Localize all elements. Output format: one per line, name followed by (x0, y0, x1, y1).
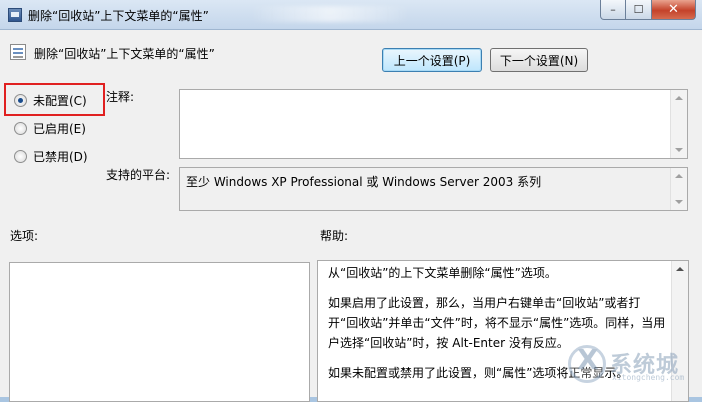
platform-value: 至少 Windows XP Professional 或 Windows Ser… (186, 175, 542, 189)
window-title: 删除“回收站”上下文菜单的“属性” (28, 9, 209, 23)
radio-disabled-label: 已禁用(D) (33, 150, 88, 164)
scroll-down-icon[interactable] (675, 148, 683, 152)
platform-box: 至少 Windows XP Professional 或 Windows Ser… (179, 167, 688, 211)
dialog-client-area: 删除“回收站”上下文菜单的“属性” 上一个设置(P) 下一个设置(N) 未配置(… (0, 30, 702, 402)
options-section-label: 选项: (10, 229, 39, 243)
next-setting-button[interactable]: 下一个设置(N) (490, 48, 588, 72)
radio-unselected-icon (14, 150, 27, 163)
site-watermark: X 系统城 xitongcheng.com (568, 341, 688, 391)
radio-selected-icon (14, 94, 27, 107)
close-icon: ✕ (668, 2, 679, 17)
radio-unselected-icon (14, 122, 27, 135)
scroll-up-icon[interactable] (676, 267, 684, 271)
radio-enabled-label: 已启用(E) (33, 122, 86, 136)
watermark-x-icon: X (577, 343, 599, 376)
scroll-up-icon[interactable] (675, 174, 683, 178)
comment-textarea[interactable] (179, 89, 688, 159)
maximize-button[interactable]: ☐ (626, 0, 652, 20)
window-controls: – ☐ ✕ (600, 0, 696, 20)
comment-scrollbar[interactable] (670, 90, 687, 158)
minimize-button[interactable]: – (600, 0, 626, 20)
scroll-up-icon[interactable] (675, 96, 683, 100)
next-setting-label: 下一个设置(N) (499, 53, 579, 68)
options-panel[interactable] (9, 262, 310, 402)
setting-icon (10, 44, 26, 60)
platform-label: 支持的平台: (106, 168, 171, 182)
radio-not-configured[interactable]: 未配置(C) (14, 92, 87, 109)
prev-setting-label: 上一个设置(P) (393, 53, 471, 68)
maximize-icon: ☐ (633, 3, 644, 16)
platform-scrollbar[interactable] (670, 168, 687, 210)
prev-setting-button[interactable]: 上一个设置(P) (382, 48, 482, 72)
title-bar[interactable]: 删除“回收站”上下文菜单的“属性” – ☐ ✕ (0, 0, 702, 30)
scroll-down-icon[interactable] (675, 200, 683, 204)
policy-editor-icon (8, 8, 22, 22)
help-section-label: 帮助: (320, 229, 349, 243)
close-button[interactable]: ✕ (652, 0, 696, 20)
minimize-icon: – (610, 3, 616, 16)
title-blur-artifact (250, 6, 410, 22)
help-paragraph: 从“回收站”的上下文菜单删除“属性”选项。 (328, 266, 557, 280)
watermark-url: xitongcheng.com (612, 373, 685, 382)
radio-enabled[interactable]: 已启用(E) (14, 120, 86, 137)
setting-title: 删除“回收站”上下文菜单的“属性” (34, 47, 215, 61)
radio-not-configured-label: 未配置(C) (33, 94, 87, 108)
comment-label: 注释: (106, 90, 135, 104)
radio-disabled[interactable]: 已禁用(D) (14, 148, 88, 165)
